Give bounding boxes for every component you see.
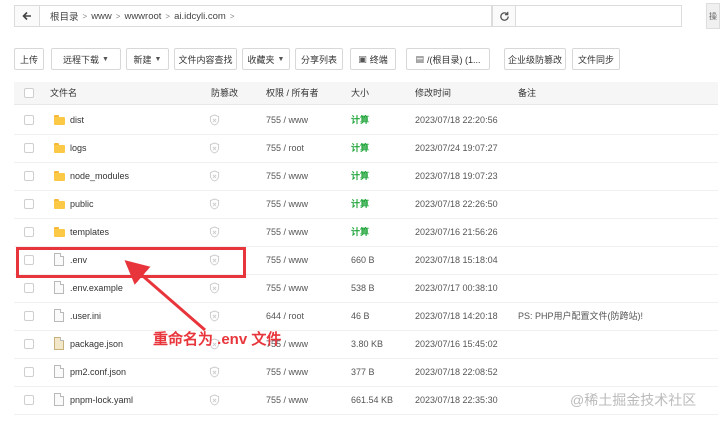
annotation-text: 重命名为 .env 文件 bbox=[153, 331, 282, 348]
annotation-arrow-icon bbox=[124, 260, 206, 332]
watermark: @稀土掘金技术社区 bbox=[570, 392, 697, 408]
